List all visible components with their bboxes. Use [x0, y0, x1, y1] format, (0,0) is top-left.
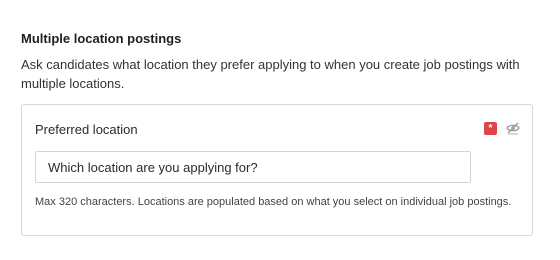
question-label: Preferred location: [35, 122, 138, 137]
visibility-toggle-button[interactable]: [505, 120, 521, 136]
section-description: Ask candidates what location they prefer…: [21, 57, 520, 91]
question-card: Preferred location * Max 320 characters.…: [21, 104, 533, 236]
eye-slash-icon: [506, 122, 520, 135]
question-text-input[interactable]: [35, 151, 471, 183]
section-title: Multiple location postings: [21, 31, 182, 46]
help-text: Max 320 characters. Locations are popula…: [35, 196, 512, 208]
asterisk-icon: *: [488, 122, 493, 134]
required-toggle-button[interactable]: *: [484, 122, 497, 135]
